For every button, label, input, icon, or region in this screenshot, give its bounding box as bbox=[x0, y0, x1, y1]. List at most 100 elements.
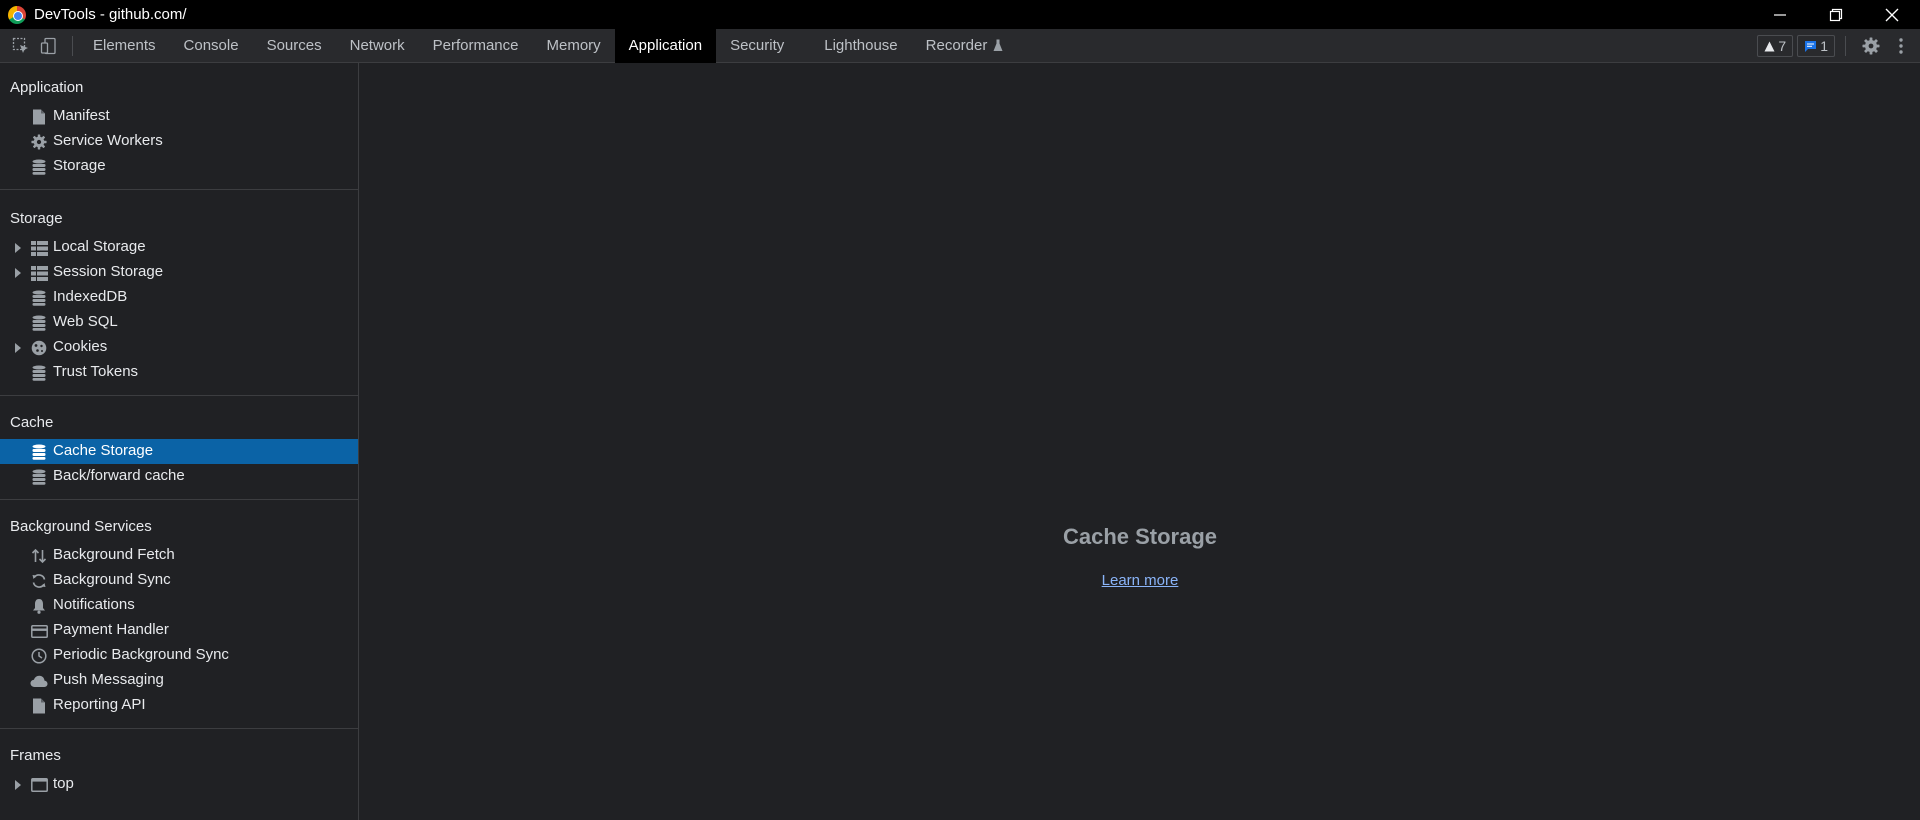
settings-button[interactable] bbox=[1856, 31, 1886, 61]
restore-button[interactable] bbox=[1808, 0, 1864, 29]
sidebar-item-reporting-api[interactable]: Reporting API bbox=[0, 693, 358, 718]
sidebar-item-label: Manifest bbox=[53, 107, 110, 124]
sidebar-item-indexeddb[interactable]: IndexedDB bbox=[0, 285, 358, 310]
tab-performance[interactable]: Performance bbox=[419, 29, 533, 63]
expand-arrow-icon[interactable] bbox=[15, 780, 21, 790]
sidebar-item-label: Back/forward cache bbox=[53, 467, 185, 484]
tab-application[interactable]: Application bbox=[614, 28, 717, 63]
sidebar-item-push-messaging[interactable]: Push Messaging bbox=[0, 668, 358, 693]
toolbar-right: 7 1 bbox=[1757, 29, 1920, 63]
table-icon bbox=[30, 239, 48, 257]
database-icon bbox=[30, 468, 48, 486]
sidebar-item-payment-handler[interactable]: Payment Handler bbox=[0, 618, 358, 643]
toolbar-divider bbox=[1845, 36, 1846, 56]
section-storage: Storage Local Storage Session Storage In… bbox=[0, 203, 358, 396]
tab-network[interactable]: Network bbox=[336, 29, 419, 63]
learn-more-link[interactable]: Learn more bbox=[1102, 572, 1179, 589]
document-icon bbox=[30, 108, 48, 126]
tab-label: Network bbox=[349, 37, 405, 54]
close-window-button[interactable] bbox=[1864, 0, 1920, 29]
messages-counter[interactable]: 1 bbox=[1797, 35, 1835, 57]
sidebar-item-local-storage[interactable]: Local Storage bbox=[0, 235, 358, 260]
sidebar-item-session-storage[interactable]: Session Storage bbox=[0, 260, 358, 285]
tab-label: Application bbox=[628, 37, 703, 54]
section-title: Storage bbox=[10, 210, 63, 227]
database-icon bbox=[30, 443, 48, 461]
sidebar-item-label: Background Fetch bbox=[53, 546, 175, 563]
tab-label: Sources bbox=[266, 37, 322, 54]
sidebar-item-label: Web SQL bbox=[53, 313, 118, 330]
devtools-tabbar: Elements Console Sources Network Perform… bbox=[0, 28, 1920, 63]
message-icon bbox=[1805, 40, 1817, 52]
sidebar-item-label: Background Sync bbox=[53, 571, 171, 588]
section-title: Frames bbox=[10, 747, 61, 764]
gear-icon bbox=[1862, 37, 1880, 55]
sidebar-item-label: Notifications bbox=[53, 596, 135, 613]
device-toolbar-button[interactable] bbox=[36, 33, 62, 59]
chrome-logo-icon bbox=[8, 5, 26, 24]
minimize-button[interactable] bbox=[1752, 0, 1808, 29]
application-sidebar: Application Manifest Service Workers Sto… bbox=[0, 63, 359, 820]
credit-card-icon bbox=[30, 622, 48, 640]
section-cache: Cache Cache Storage Back/forward cache bbox=[0, 407, 358, 500]
table-icon bbox=[30, 264, 48, 282]
sidebar-item-service-workers[interactable]: Service Workers bbox=[0, 129, 358, 154]
sidebar-item-frame-top[interactable]: top bbox=[0, 772, 358, 797]
empty-state-title: Cache Storage bbox=[1062, 524, 1218, 549]
tab-console[interactable]: Console bbox=[170, 29, 253, 63]
sidebar-item-label: Cookies bbox=[53, 338, 108, 355]
expand-arrow-icon[interactable] bbox=[15, 268, 21, 278]
more-options-button[interactable] bbox=[1886, 31, 1916, 61]
flask-icon bbox=[993, 39, 1003, 51]
minimize-icon bbox=[1774, 13, 1786, 16]
inspect-element-button[interactable] bbox=[8, 33, 34, 59]
tab-label: Elements bbox=[93, 37, 156, 54]
sidebar-item-trust-tokens[interactable]: Trust Tokens bbox=[0, 360, 358, 385]
sidebar-item-background-fetch[interactable]: Background Fetch bbox=[0, 543, 358, 568]
sidebar-item-label: Local Storage bbox=[53, 238, 146, 255]
sidebar-item-back-forward-cache[interactable]: Back/forward cache bbox=[0, 464, 358, 489]
expand-arrow-icon[interactable] bbox=[15, 343, 21, 353]
sidebar-item-web-sql[interactable]: Web SQL bbox=[0, 310, 358, 335]
database-icon bbox=[30, 314, 48, 332]
window-titlebar: DevTools - github.com/ bbox=[0, 0, 1920, 29]
clock-icon bbox=[30, 647, 48, 665]
tab-memory[interactable]: Memory bbox=[533, 29, 615, 63]
tab-label: Security bbox=[730, 37, 785, 54]
sidebar-item-cookies[interactable]: Cookies bbox=[0, 335, 358, 360]
tab-label: Recorder bbox=[925, 37, 988, 54]
warnings-counter[interactable]: 7 bbox=[1757, 35, 1794, 57]
sidebar-item-notifications[interactable]: Notifications bbox=[0, 593, 358, 618]
sidebar-item-label: Cache Storage bbox=[53, 442, 154, 459]
learn-more-container: Learn more bbox=[360, 572, 1920, 589]
sidebar-item-label: Service Workers bbox=[53, 132, 163, 149]
expand-arrow-icon[interactable] bbox=[15, 243, 21, 253]
sidebar-item-cache-storage[interactable]: Cache Storage bbox=[0, 439, 358, 464]
tab-sources[interactable]: Sources bbox=[253, 29, 336, 63]
section-title: Cache bbox=[10, 414, 54, 431]
sidebar-item-periodic-background-sync[interactable]: Periodic Background Sync bbox=[0, 643, 358, 668]
database-icon bbox=[30, 289, 48, 307]
tab-lighthouse[interactable]: Lighthouse bbox=[810, 29, 911, 63]
sidebar-item-label: Periodic Background Sync bbox=[53, 646, 229, 663]
tab-elements[interactable]: Elements bbox=[79, 29, 170, 63]
section-background-services: Background Services Background Fetch Bac… bbox=[0, 511, 358, 729]
frame-icon bbox=[30, 776, 48, 794]
sync-icon bbox=[30, 572, 48, 590]
cloud-icon bbox=[30, 672, 48, 690]
database-icon bbox=[30, 158, 48, 176]
tab-security[interactable]: Security bbox=[716, 29, 810, 63]
toolbar-divider bbox=[72, 35, 73, 56]
restore-icon bbox=[1829, 8, 1843, 21]
sidebar-item-storage[interactable]: Storage bbox=[0, 154, 358, 179]
section-frames: Frames top bbox=[0, 740, 358, 807]
bell-icon bbox=[30, 597, 48, 615]
sidebar-item-label: Trust Tokens bbox=[53, 363, 139, 380]
sidebar-item-label: Push Messaging bbox=[53, 671, 164, 688]
sidebar-item-background-sync[interactable]: Background Sync bbox=[0, 568, 358, 593]
sidebar-item-manifest[interactable]: Manifest bbox=[0, 104, 358, 129]
tab-recorder[interactable]: Recorder bbox=[912, 29, 1018, 63]
section-application: Application Manifest Service Workers Sto… bbox=[0, 72, 358, 190]
messages-count: 1 bbox=[1820, 38, 1828, 54]
sidebar-item-label: Reporting API bbox=[53, 696, 146, 713]
